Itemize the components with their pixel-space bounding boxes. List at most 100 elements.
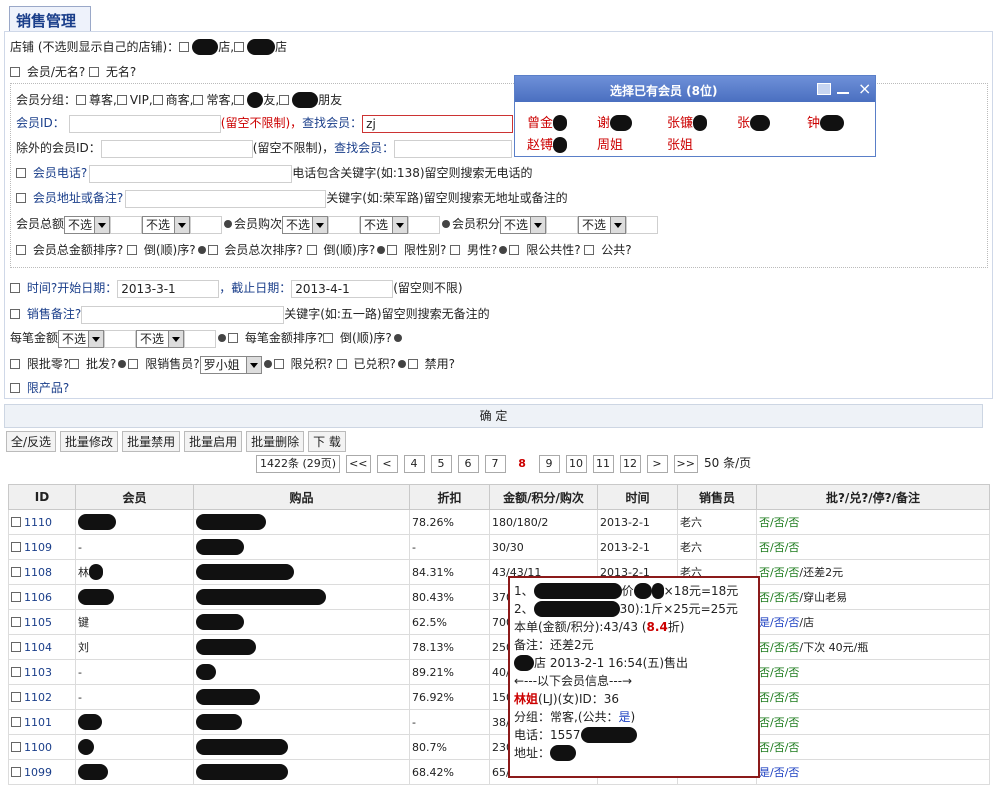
radio-dot[interactable]	[218, 334, 227, 342]
radio-dot[interactable]	[442, 220, 451, 228]
seller-select[interactable]: 罗小姐	[199, 355, 262, 374]
row-id-cell[interactable]: 1103	[8, 659, 76, 685]
each-amount-input-2[interactable]	[184, 329, 217, 348]
radio-dot[interactable]	[377, 246, 386, 254]
col-header-time[interactable]: 时间	[597, 484, 678, 510]
batch-disable-button[interactable]: 批量禁用	[122, 431, 181, 452]
total-amount-input-1[interactable]	[110, 215, 143, 234]
total-amount-input-2[interactable]	[190, 215, 223, 234]
row-id-link[interactable]: 1106	[24, 591, 52, 604]
batch-enable-button[interactable]: 批量启用	[184, 431, 243, 452]
exclude-id-input[interactable]	[100, 139, 253, 158]
radio-dot[interactable]	[499, 246, 508, 254]
popup-member-link[interactable]: 张姐	[667, 134, 693, 153]
popup-member-link[interactable]: 张	[737, 112, 771, 131]
group-checkbox[interactable]	[152, 95, 163, 105]
store-checkbox-2[interactable]	[234, 42, 245, 52]
minimize-icon[interactable]	[837, 92, 849, 94]
member-id-input[interactable]	[68, 114, 221, 133]
select-all-button[interactable]: 全/反选	[6, 431, 57, 452]
row-checkbox[interactable]	[11, 691, 21, 702]
batch-delete-button[interactable]: 批量删除	[246, 431, 305, 452]
popup-member-link[interactable]: 钟	[807, 112, 845, 131]
each-amount-op-select-2[interactable]: 不选	[136, 329, 185, 348]
disabled-checkbox[interactable]	[407, 359, 418, 369]
each-sort-checkbox[interactable]	[228, 333, 239, 343]
table-row[interactable]: 1102-76.92% 150 否/否/否	[8, 684, 990, 710]
start-date-input[interactable]: 2013-3-1	[117, 279, 220, 298]
points-exchanged-checkbox[interactable]	[336, 359, 347, 369]
sort-count-desc-checkbox[interactable]	[306, 245, 317, 255]
table-row[interactable]: 1108 林 84.31% 43/43/11 2013-2-1 老六 否/否/否/还差2元	[8, 559, 990, 585]
row-checkbox[interactable]	[11, 666, 21, 677]
gender-limit-checkbox[interactable]	[387, 245, 398, 255]
row-id-link[interactable]: 1102	[24, 691, 52, 704]
radio-dot[interactable]	[197, 246, 206, 254]
row-id-link[interactable]: 1109	[24, 541, 52, 554]
popup-member-link[interactable]: 曾金	[527, 112, 568, 131]
row-checkbox[interactable]	[11, 566, 21, 577]
row-checkbox[interactable]	[11, 741, 21, 752]
radio-dot[interactable]	[118, 360, 127, 368]
total-count-input-1[interactable]	[328, 215, 361, 234]
table-row[interactable]: 1105 键 62.5% 700 是/否/否/店	[8, 609, 990, 635]
row-id-link[interactable]: 1101	[24, 716, 52, 729]
row-id-cell[interactable]: 1109	[8, 534, 76, 560]
printer-icon[interactable]	[817, 83, 831, 95]
public-limit-checkbox[interactable]	[509, 245, 520, 255]
sort-amount-desc-checkbox[interactable]	[127, 245, 138, 255]
total-amount-op-select[interactable]: 不选	[64, 215, 111, 234]
row-checkbox[interactable]	[11, 591, 21, 602]
prev-page-button[interactable]: <	[376, 455, 398, 473]
row-id-cell[interactable]: 1108	[8, 559, 76, 585]
col-header-flags[interactable]: 批?/兑?/停?/备注	[756, 484, 990, 510]
sort-amount-checkbox[interactable]	[16, 245, 26, 255]
per-page-value[interactable]: 50	[704, 456, 719, 470]
row-id-cell[interactable]: 1110	[8, 509, 76, 535]
last-page-button[interactable]: >>	[673, 455, 698, 473]
total-count-op-select[interactable]: 不选	[282, 215, 329, 234]
row-id-cell[interactable]: 1100	[8, 734, 76, 760]
points-input-1[interactable]	[546, 215, 579, 234]
find-member-input-2[interactable]	[394, 139, 513, 158]
col-header-discount[interactable]: 折扣	[409, 484, 490, 510]
product-limit-checkbox[interactable]	[10, 383, 20, 393]
points-exchange-limit-checkbox[interactable]	[273, 359, 284, 369]
wholesale-limit-checkbox[interactable]	[10, 359, 20, 369]
col-header-amount[interactable]: 金额/积分/购次	[489, 484, 598, 510]
row-id-link[interactable]: 1100	[24, 741, 52, 754]
row-id-link[interactable]: 1105	[24, 616, 52, 629]
row-id-cell[interactable]: 1104	[8, 634, 76, 660]
group-checkbox[interactable]	[193, 95, 204, 105]
member-anon-checkbox[interactable]	[10, 67, 20, 77]
total-count-input-2[interactable]	[408, 215, 441, 234]
address-input[interactable]	[125, 189, 327, 208]
store-checkbox-1[interactable]	[179, 42, 190, 52]
each-desc-checkbox[interactable]	[323, 333, 334, 343]
row-checkbox[interactable]	[11, 716, 21, 727]
each-amount-input-1[interactable]	[104, 329, 137, 348]
next-page-button[interactable]: >	[646, 455, 668, 473]
row-id-link[interactable]: 1099	[24, 766, 52, 779]
page-link[interactable]: 7	[484, 455, 506, 473]
row-id-cell[interactable]: 1106	[8, 584, 76, 610]
points-input-2[interactable]	[626, 215, 659, 234]
table-row[interactable]: 1104 刘 78.13% 250 否/否/否/下次 40元/瓶	[8, 634, 990, 660]
address-checkbox[interactable]	[16, 193, 26, 203]
row-checkbox[interactable]	[11, 541, 21, 552]
row-id-cell[interactable]: 1105	[8, 609, 76, 635]
first-page-button[interactable]: <<	[346, 455, 371, 473]
seller-limit-checkbox[interactable]	[128, 359, 139, 369]
close-icon[interactable]: ×	[858, 79, 871, 98]
group-checkbox[interactable]	[76, 95, 87, 105]
points-op-select[interactable]: 不选	[500, 215, 547, 234]
col-header-id[interactable]: ID	[8, 484, 76, 510]
row-id-cell[interactable]: 1101	[8, 709, 76, 735]
radio-dot[interactable]	[397, 360, 406, 368]
male-checkbox[interactable]	[450, 245, 461, 255]
popup-member-link[interactable]: 谢	[597, 112, 633, 131]
batch-edit-button[interactable]: 批量修改	[60, 431, 119, 452]
sales-note-input[interactable]	[81, 305, 285, 324]
page-link[interactable]: 9	[538, 455, 560, 473]
row-id-link[interactable]: 1110	[24, 516, 52, 529]
